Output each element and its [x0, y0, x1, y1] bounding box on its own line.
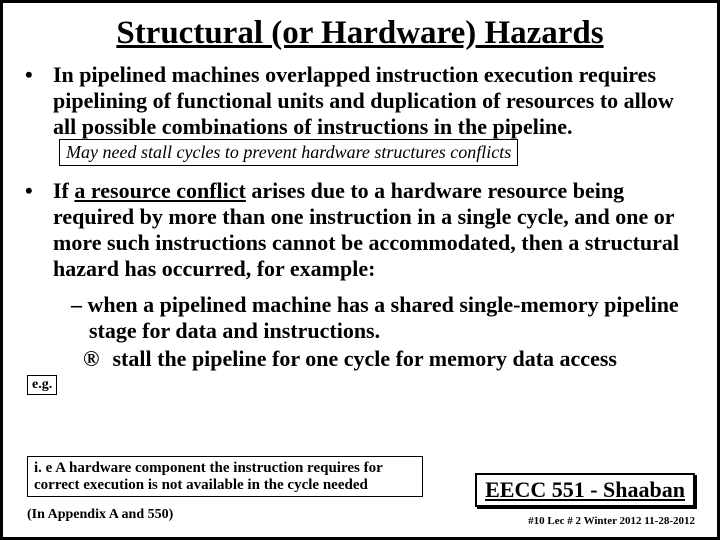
- appendix-reference: (In Appendix A and 550): [27, 507, 173, 523]
- bullet-2-pre: If: [53, 178, 74, 203]
- bullet-2: • If a resource conflict arises due to a…: [25, 178, 695, 282]
- bullet-dot-icon: •: [25, 62, 53, 168]
- bullet-2-underlined: a resource conflict: [74, 178, 245, 203]
- bullet-1-text: In pipelined machines overlapped instruc…: [53, 62, 695, 168]
- course-label-box: EECC 551 - Shaaban: [475, 473, 695, 507]
- slide-title: Structural (or Hardware) Hazards: [25, 15, 695, 52]
- footer-meta: #10 Lec # 2 Winter 2012 11-28-2012: [528, 515, 695, 527]
- bullet-2-text: If a resource conflict arises due to a h…: [53, 178, 695, 282]
- sub-bullet: – when a pipelined machine has a shared …: [89, 292, 695, 344]
- arrow-icon: ®: [83, 346, 107, 372]
- arrow-line: ® stall the pipeline for one cycle for m…: [83, 346, 695, 372]
- bullet-dot-icon: •: [25, 178, 53, 282]
- eg-label-box: e.g.: [27, 375, 57, 395]
- arrow-text: stall the pipeline for one cycle for mem…: [107, 346, 617, 371]
- bullet-1: • In pipelined machines overlapped instr…: [25, 62, 695, 168]
- slide: Structural (or Hardware) Hazards • In pi…: [0, 0, 720, 540]
- bottom-note-box: i. e A hardware component the instructio…: [27, 456, 423, 497]
- bullet-1-body: In pipelined machines overlapped instruc…: [53, 62, 674, 139]
- bullet-1-note-box: May need stall cycles to prevent hardwar…: [59, 139, 518, 166]
